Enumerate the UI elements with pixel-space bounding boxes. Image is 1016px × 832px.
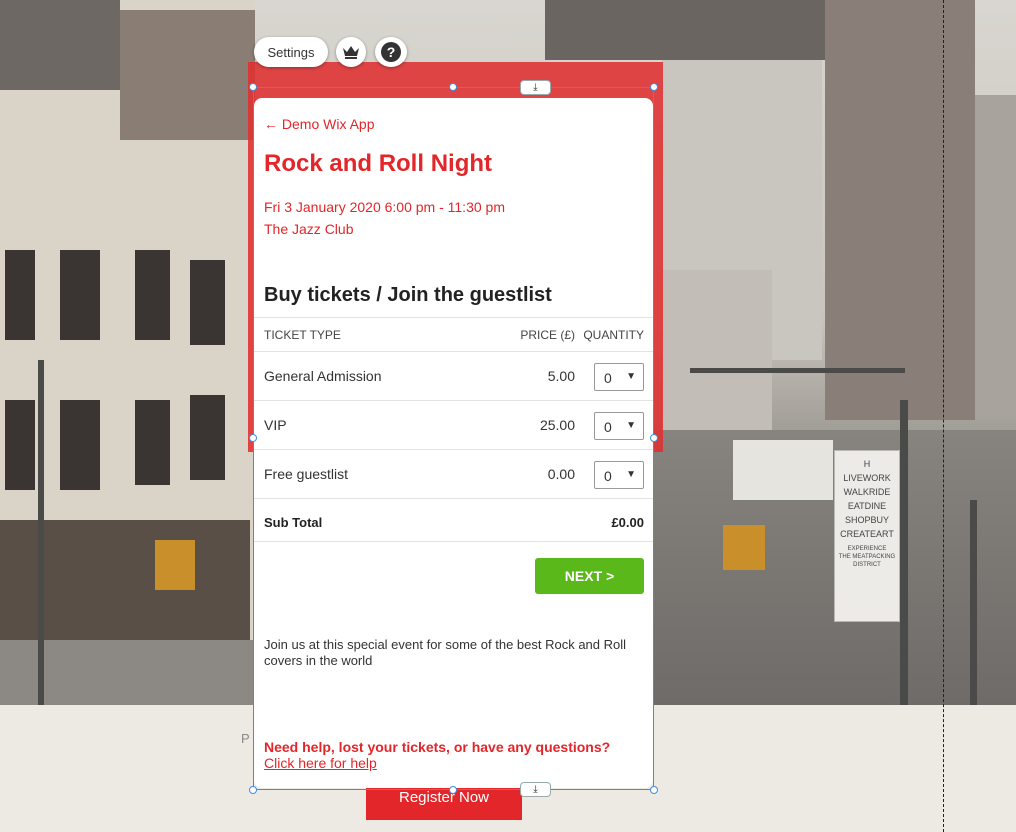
guide-line (943, 0, 944, 832)
window (135, 400, 170, 485)
help-button[interactable]: ? (375, 37, 407, 67)
traffic-pole (900, 400, 908, 705)
stretch-top-button[interactable]: ⤓ (520, 80, 551, 95)
download-icon: ⤓ (533, 784, 538, 795)
sign-line: LIVEWORK (843, 473, 891, 483)
window (5, 400, 35, 490)
selection-frame (253, 87, 654, 790)
brick-building (120, 10, 255, 140)
sign-line: WALKRIDE (843, 487, 891, 497)
question-icon: ? (381, 42, 401, 62)
street-pole (38, 360, 44, 705)
traffic-light (723, 525, 765, 570)
resize-handle[interactable] (650, 83, 658, 91)
resize-handle[interactable] (449, 83, 457, 91)
stretch-bottom-button[interactable]: ⤓ (520, 782, 551, 797)
window (60, 400, 100, 490)
window (190, 260, 225, 345)
sign-small-line: THE MEATPACKING (838, 554, 896, 560)
settings-button[interactable]: Settings (254, 37, 328, 67)
right-tower (825, 0, 975, 420)
left-building-top (0, 0, 120, 90)
traffic-arm (690, 368, 905, 373)
resize-handle[interactable] (650, 434, 658, 442)
window (190, 395, 225, 480)
sign-logo: H (863, 459, 871, 469)
crown-icon (343, 46, 359, 59)
bus (733, 440, 833, 500)
download-icon: ⤓ (533, 82, 538, 93)
traffic-pole (970, 500, 977, 705)
upgrade-button[interactable] (336, 37, 366, 67)
resize-handle[interactable] (650, 786, 658, 794)
tall-tower (545, 0, 825, 60)
window (5, 250, 35, 340)
sign-small-line: DISTRICT (853, 562, 881, 568)
register-now-button[interactable]: Register Now (366, 786, 522, 820)
partial-text: P (241, 731, 250, 746)
traffic-light (155, 540, 195, 590)
sign-line: CREATEART (840, 529, 894, 539)
resize-handle[interactable] (249, 434, 257, 442)
window (60, 250, 100, 340)
resize-handle[interactable] (249, 786, 257, 794)
far-right-tower (975, 95, 1016, 415)
window (135, 250, 170, 340)
resize-handle[interactable] (449, 786, 457, 794)
red-roof-building (662, 270, 772, 440)
sign-small-line: EXPERIENCE (847, 546, 887, 552)
resize-handle[interactable] (249, 83, 257, 91)
sign-line: EATDINE (847, 501, 887, 511)
street-sign: H LIVEWORK WALKRIDE EATDINE SHOPBUY CREA… (834, 450, 900, 622)
sign-line: SHOPBUY (844, 515, 889, 525)
